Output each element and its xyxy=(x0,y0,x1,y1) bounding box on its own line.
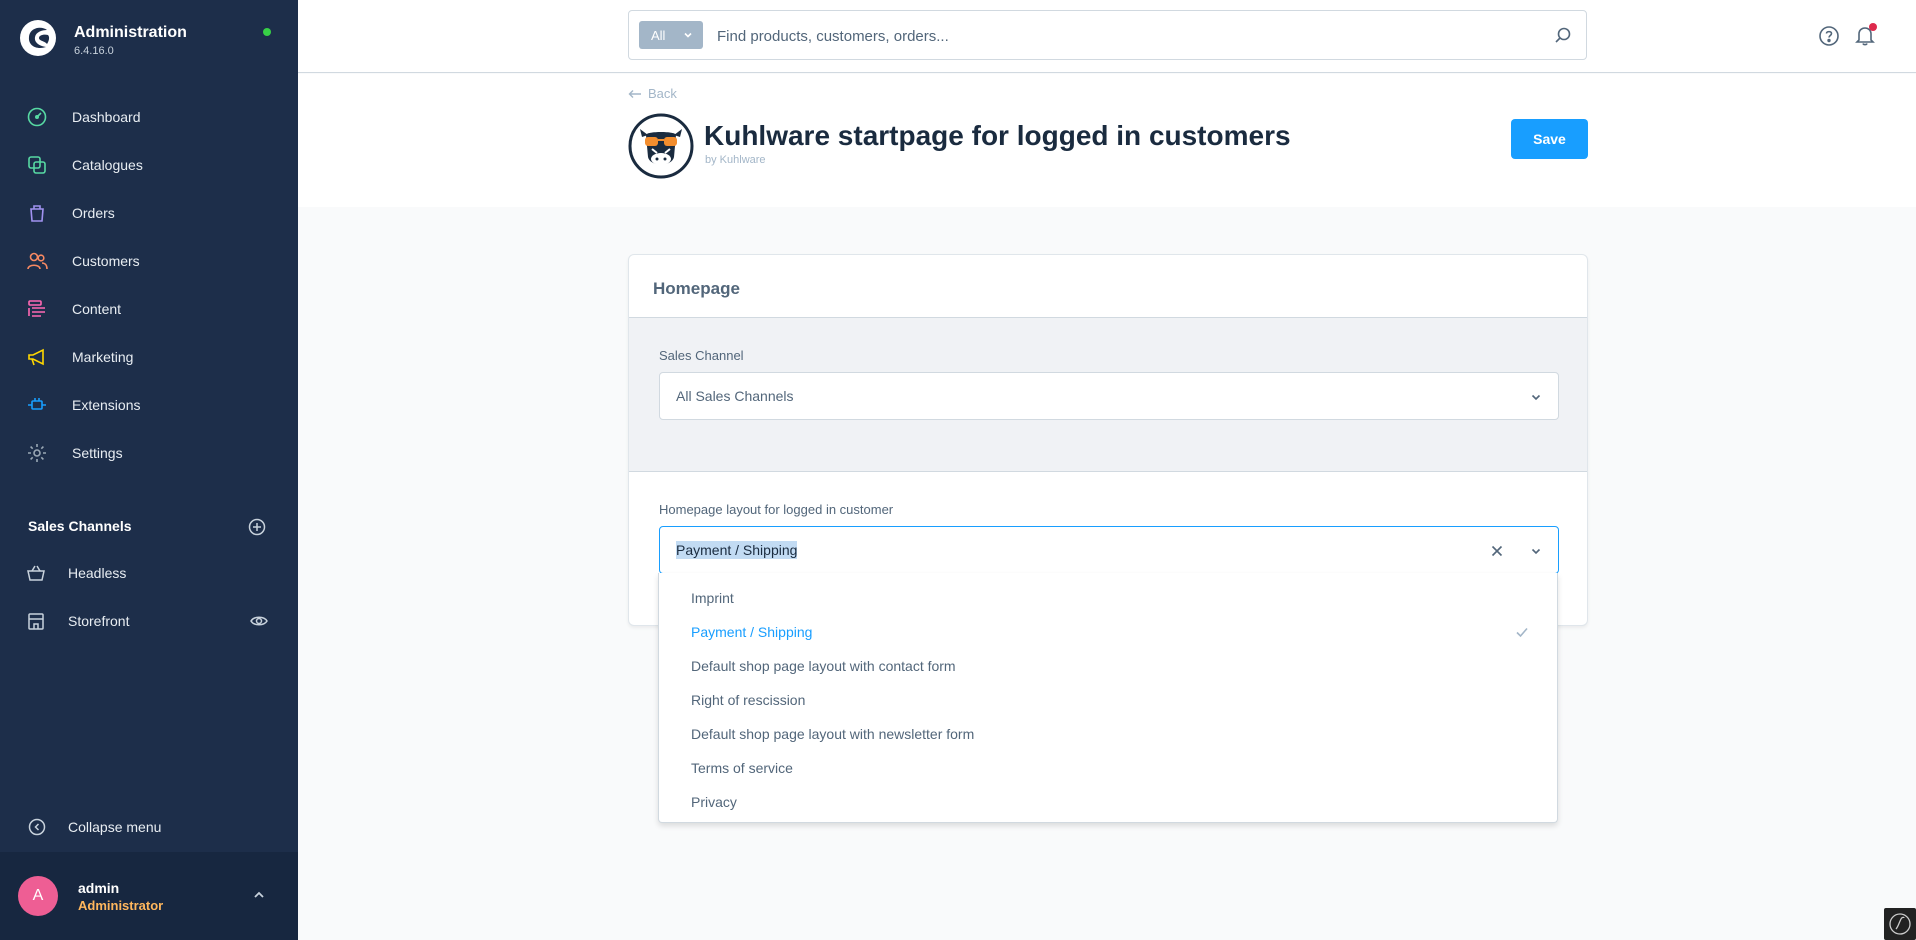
global-search: All xyxy=(628,10,1587,60)
nav-label: Marketing xyxy=(72,349,134,365)
collapse-menu-label: Collapse menu xyxy=(68,819,162,835)
dropdown-option-selected[interactable]: Payment / Shipping xyxy=(691,624,812,640)
status-dot xyxy=(263,28,271,36)
dropdown-option[interactable]: Imprint xyxy=(691,590,734,606)
nav-label: Settings xyxy=(72,445,123,461)
homepage-layout-select[interactable]: Payment / Shipping xyxy=(659,526,1559,574)
chevron-left-circle-icon xyxy=(28,818,46,836)
extensions-icon xyxy=(28,398,46,410)
sales-channel-value: All Sales Channels xyxy=(676,388,794,404)
catalogue-icon xyxy=(28,156,46,174)
collapse-menu-button[interactable]: Collapse menu xyxy=(0,815,298,839)
back-link[interactable]: Back xyxy=(628,86,677,101)
back-label: Back xyxy=(648,86,677,101)
chevron-up-icon xyxy=(254,891,264,898)
sales-channel-select[interactable]: All Sales Channels xyxy=(659,372,1559,420)
nav-item-settings[interactable]: Settings xyxy=(0,433,298,473)
save-button[interactable]: Save xyxy=(1511,119,1588,159)
shopware-logo-icon xyxy=(20,20,56,56)
nav-label: Catalogues xyxy=(72,157,143,173)
sales-channel-label: Headless xyxy=(68,565,127,581)
homepage-layout-label: Homepage layout for logged in customer xyxy=(659,502,894,517)
close-icon[interactable] xyxy=(1490,544,1504,558)
sales-channel-label: Sales Channel xyxy=(659,348,744,363)
user-name: admin xyxy=(78,880,120,896)
eye-icon[interactable] xyxy=(250,612,268,630)
checkmark-icon xyxy=(1516,627,1528,638)
dashboard-icon xyxy=(27,107,47,127)
nav-label: Orders xyxy=(72,205,115,221)
nav-label: Extensions xyxy=(72,397,141,413)
symfony-toolbar-icon[interactable] xyxy=(1884,908,1916,940)
sales-channels-heading: Sales Channels xyxy=(28,518,132,534)
sales-channel-storefront[interactable]: Storefront xyxy=(0,601,298,641)
kuhlware-cow-logo xyxy=(628,113,694,179)
basket-icon xyxy=(27,565,45,581)
nav-label: Customers xyxy=(72,253,140,269)
search-input[interactable] xyxy=(717,23,1497,49)
dropdown-option[interactable]: Terms of service xyxy=(691,760,793,776)
sidebar: Administration 6.4.16.0 Dashboard Catalo… xyxy=(0,0,298,940)
user-role: Administrator xyxy=(78,898,164,913)
nav-item-dashboard[interactable]: Dashboard xyxy=(0,97,298,137)
nav-item-marketing[interactable]: Marketing xyxy=(0,337,298,377)
arrow-left-icon xyxy=(628,89,641,98)
chevron-down-icon xyxy=(684,32,692,38)
app-title: Administration xyxy=(74,24,187,41)
add-sales-channel-icon[interactable] xyxy=(248,518,266,536)
homepage-card: Homepage Sales Channel All Sales Channel… xyxy=(628,254,1588,626)
sales-channel-headless[interactable]: Headless xyxy=(0,553,298,593)
nav-item-extensions[interactable]: Extensions xyxy=(0,385,298,425)
page-title: Kuhlware startpage for logged in custome… xyxy=(704,120,1291,151)
search-icon[interactable] xyxy=(1554,26,1572,44)
dropdown-option[interactable]: Default shop page layout with contact fo… xyxy=(691,658,956,674)
notification-badge xyxy=(1869,23,1877,31)
nav-item-orders[interactable]: Orders xyxy=(0,193,298,233)
homepage-layout-dropdown: Imprint Payment / Shipping Default shop … xyxy=(658,573,1558,823)
search-type-select[interactable]: All xyxy=(639,21,703,49)
nav-label: Dashboard xyxy=(72,109,141,125)
homepage-layout-value-wrap: Payment / Shipping xyxy=(676,541,798,559)
help-icon[interactable] xyxy=(1818,25,1840,47)
page-header: Back Kuhlware startpage for logged in cu… xyxy=(298,74,1916,207)
homepage-layout-value: Payment / Shipping xyxy=(676,541,798,559)
storefront-icon xyxy=(28,613,44,630)
customers-icon xyxy=(27,252,48,270)
symfony-logo-icon xyxy=(1889,913,1911,935)
marketing-icon xyxy=(28,348,44,366)
chevron-down-icon xyxy=(1531,394,1541,401)
card-title: Homepage xyxy=(653,279,740,298)
plugin-author: by Kuhlware xyxy=(705,154,766,166)
chevron-down-icon[interactable] xyxy=(1530,545,1542,557)
dropdown-option[interactable]: Privacy xyxy=(691,794,737,810)
dropdown-option[interactable]: Right of rescission xyxy=(691,692,805,708)
orders-icon xyxy=(30,205,44,222)
sales-channel-label: Storefront xyxy=(68,613,130,629)
settings-icon xyxy=(28,444,46,462)
content-icon xyxy=(28,300,45,317)
dropdown-option[interactable]: Default shop page layout with newsletter… xyxy=(691,726,974,742)
sales-channel-section: Sales Channel All Sales Channels xyxy=(629,317,1587,472)
nav-label: Content xyxy=(72,301,122,317)
avatar: A xyxy=(18,876,58,916)
nav-item-content[interactable]: Content xyxy=(0,289,298,329)
app-version: 6.4.16.0 xyxy=(74,45,114,57)
search-type-label: All xyxy=(651,27,666,43)
brand-header: Administration 6.4.16.0 xyxy=(0,0,298,82)
nav-item-customers[interactable]: Customers xyxy=(0,241,298,281)
nav-item-catalogues[interactable]: Catalogues xyxy=(0,145,298,185)
user-menu[interactable]: A admin Administrator xyxy=(0,852,298,940)
topbar: All xyxy=(298,0,1916,73)
